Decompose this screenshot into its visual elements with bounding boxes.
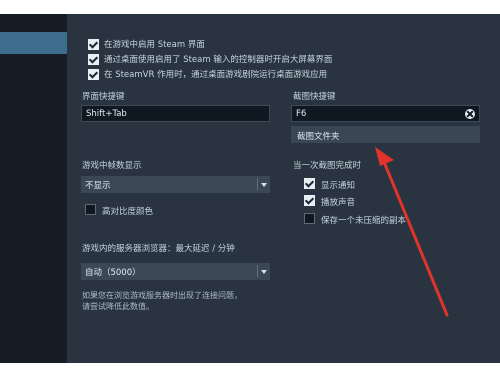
steamvr-theater-label: 在 SteamVR 作用时，通过桌面游戏剧院运行桌面游戏应用	[104, 70, 328, 80]
big-picture-label: 通过桌面使用启用了 Steam 输入的控制器时开启大屏幕界面	[104, 55, 333, 65]
select-divider	[257, 265, 258, 277]
screenshot-folder-label: 截图文件夹	[297, 132, 340, 142]
fps-counter-label: 游戏中帧数显示	[82, 161, 142, 171]
save-uncompressed-label: 保存一个未压缩的副本	[321, 216, 407, 226]
chevron-down-icon	[261, 270, 267, 274]
steam-settings-window: 在游戏中启用 Steam 界面 通过桌面使用启用了 Steam 输入的控制器时开…	[0, 14, 500, 363]
steamvr-theater-checkbox[interactable]	[88, 69, 99, 80]
screenshot-folder-button[interactable]: 截图文件夹	[291, 126, 480, 143]
chevron-down-icon	[261, 183, 267, 187]
overlay-shortcut-input[interactable]: Shift+Tab	[81, 105, 270, 122]
high-contrast-checkbox[interactable]	[85, 204, 96, 215]
enable-overlay-checkbox[interactable]	[88, 39, 99, 50]
screenshot-shortcut-input[interactable]: F6	[291, 105, 480, 122]
show-notification-label: 显示通知	[321, 181, 356, 191]
hint-line: 请尝试降低此数值。	[82, 302, 154, 311]
overlay-shortcut-value: Shift+Tab	[86, 109, 127, 119]
server-browser-label: 游戏内的服务器浏览器：最大延迟 / 分钟	[82, 244, 235, 254]
enable-overlay-label: 在游戏中启用 Steam 界面	[104, 40, 205, 50]
play-sound-label: 播放声音	[321, 198, 356, 208]
play-sound-checkbox[interactable]	[304, 195, 315, 206]
sidebar-item-in-game[interactable]	[0, 32, 67, 54]
show-notification-checkbox[interactable]	[304, 178, 315, 189]
overlay-shortcut-label: 界面快捷键	[82, 92, 125, 102]
fps-counter-select[interactable]: 不显示	[81, 176, 270, 193]
in-game-settings-panel: 在游戏中启用 Steam 界面 通过桌面使用启用了 Steam 输入的控制器时开…	[67, 14, 500, 363]
big-picture-checkbox[interactable]	[88, 54, 99, 65]
select-divider	[257, 178, 258, 190]
clear-icon[interactable]	[465, 109, 475, 119]
screenshot-shortcut-value: F6	[296, 109, 307, 119]
settings-sidebar	[0, 14, 67, 363]
high-contrast-label: 高对比度颜色	[102, 207, 154, 217]
server-browser-hint: 如果您在浏览游戏服务器时出现了连接问题， 请尝试降低此数值。	[82, 290, 242, 312]
screenshot-shortcut-label: 截图快捷键	[293, 92, 336, 102]
fps-counter-value: 不显示	[85, 181, 111, 191]
save-uncompressed-checkbox[interactable]	[304, 213, 315, 224]
server-browser-select[interactable]: 自动（5000）	[81, 263, 270, 280]
hint-line: 如果您在浏览游戏服务器时出现了连接问题，	[82, 291, 242, 300]
on-screenshot-label: 当一次截图完成时	[293, 161, 362, 171]
server-browser-value: 自动（5000）	[85, 268, 141, 278]
